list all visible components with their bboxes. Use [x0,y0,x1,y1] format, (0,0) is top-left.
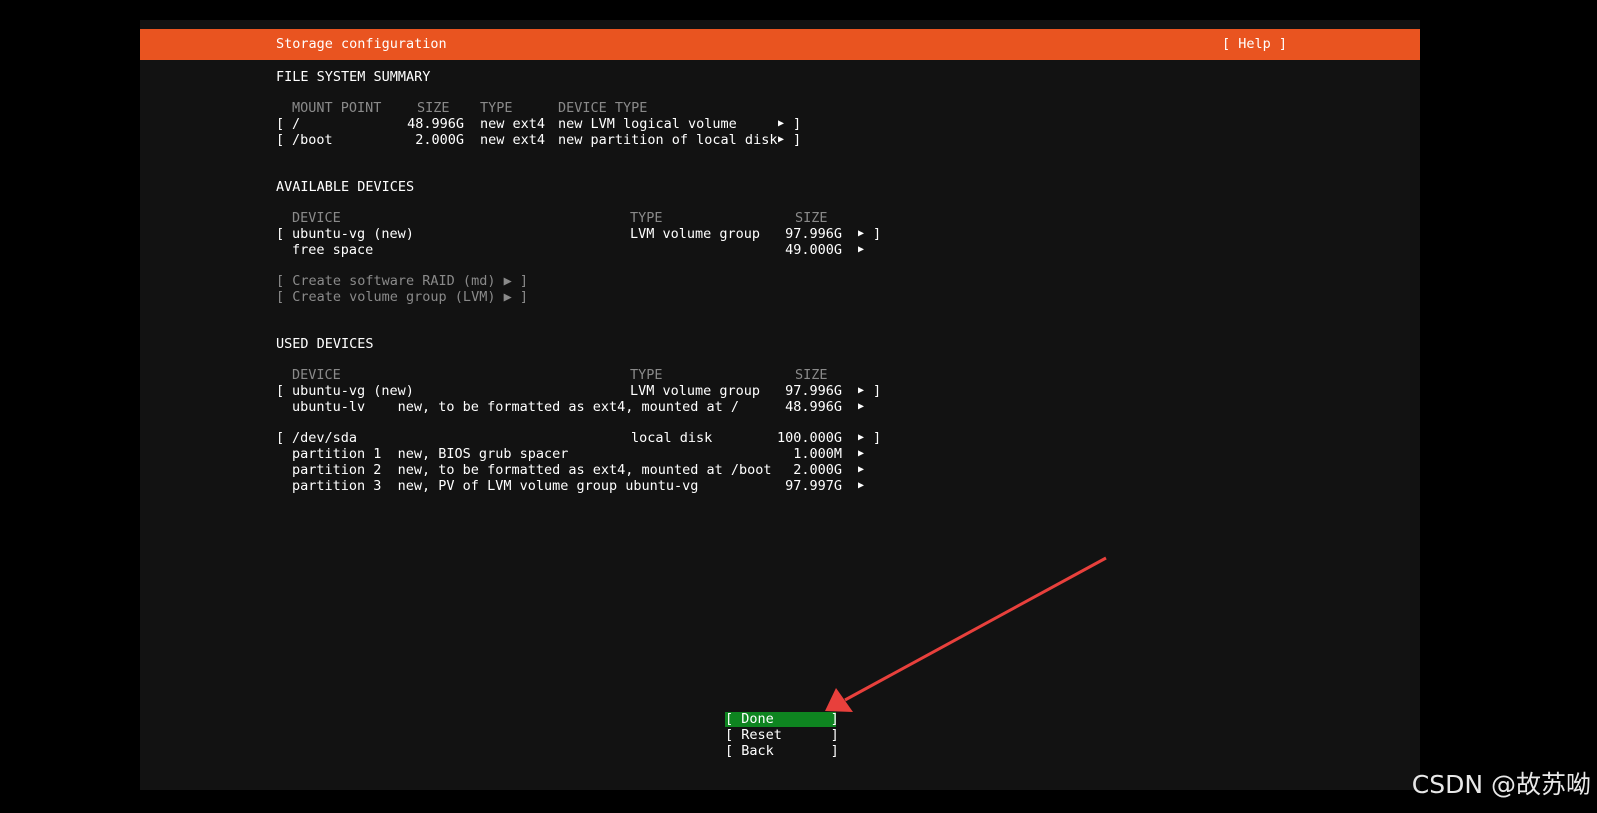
fs-row-root[interactable]: [ / 48.996G new ext4 new LVM logical vol… [276,116,836,132]
device-type: LVM volume group [630,226,761,242]
size: 2.000G [415,132,464,148]
bracket-open: [ [276,132,285,148]
bracket-open: [ [276,116,285,132]
device-name: /dev/sda [292,430,358,446]
col-device: DEVICE [292,210,341,226]
bracket-close: ] [793,116,802,132]
col-size: SIZE [795,210,828,226]
bracket-close: ] [873,383,882,399]
device-type: LVM volume group [630,383,761,399]
device-name: ubuntu-lv new, to be formatted as ext4, … [292,399,740,415]
row-arrow-icon: ▶ [858,448,865,459]
col-device-type: DEVICE TYPE [558,100,648,116]
size: 2.000G [793,462,842,478]
col-type: TYPE [630,367,663,383]
create-raid-button[interactable]: [ Create software RAID (md) ▶ ] [276,273,528,289]
help-button[interactable]: [ Help ] [1222,36,1287,52]
device-name: ubuntu-vg (new) [292,226,414,242]
size: 49.000G [785,242,842,258]
size: 100.000G [776,430,842,446]
fs-type: new ext4 [480,116,546,132]
row-arrow-icon: ▶ [858,432,865,443]
col-type: TYPE [480,100,513,116]
bracket-close: ] [873,226,882,242]
col-size: SIZE [795,367,828,383]
row-arrow-icon: ▶ [858,480,865,491]
bracket-close: ] [873,430,882,446]
col-device: DEVICE [292,367,341,383]
fs-type: new ext4 [480,132,546,148]
device-type: local disk [631,430,713,446]
col-type: TYPE [630,210,663,226]
row-arrow-icon: ▶ [858,401,865,412]
device-name: partition 2 new, to be formatted as ext4… [292,462,772,478]
used-row-partition-3[interactable]: partition 3 new, PV of LVM volume group … [276,478,896,494]
available-row-ubuntu-vg[interactable]: [ ubuntu-vg (new) LVM volume group 97.99… [276,226,896,242]
row-arrow-icon: ▶ [858,464,865,475]
used-row-partition-1[interactable]: partition 1 new, BIOS grub spacer 1.000M… [276,446,896,462]
page-title: Storage configuration [276,36,447,52]
used-row-ubuntu-vg[interactable]: [ ubuntu-vg (new) LVM volume group 97.99… [276,383,896,399]
size: 97.997G [785,478,842,494]
create-lvm-button[interactable]: [ Create volume group (LVM) ▶ ] [276,289,528,305]
size: 48.996G [407,116,464,132]
watermark: CSDN @故苏呦 [1411,770,1591,799]
reset-button[interactable]: [ Reset ] [725,728,839,743]
row-arrow-icon: ▶ [858,244,865,255]
col-size: SIZE [417,100,450,116]
device-name: partition 3 new, PV of LVM volume group … [292,478,699,494]
mount-point: /boot [292,132,333,148]
device-type: new partition of local disk [558,132,778,148]
col-mount-point: MOUNT POINT [292,100,382,116]
available-row-free-space[interactable]: free space 49.000G ▶ [276,242,896,258]
device-name: free space [292,242,374,258]
row-arrow-icon: ▶ [778,118,785,129]
used-row-partition-2[interactable]: partition 2 new, to be formatted as ext4… [276,462,896,478]
done-button[interactable]: [ Done ] [725,712,839,727]
size: 97.996G [785,226,842,242]
used-row-ubuntu-lv[interactable]: ubuntu-lv new, to be formatted as ext4, … [276,399,896,415]
used-header: DEVICE TYPE SIZE [276,367,896,383]
bracket-open: [ [276,226,285,242]
device-name: partition 1 new, BIOS grub spacer [292,446,569,462]
mount-point: / [292,116,301,132]
row-arrow-icon: ▶ [858,385,865,396]
available-devices-heading: AVAILABLE DEVICES [276,179,415,195]
bracket-open: [ [276,383,285,399]
fs-summary-heading: FILE SYSTEM SUMMARY [276,69,431,85]
device-type: new LVM logical volume [558,116,737,132]
fs-summary-header: MOUNT POINT SIZE TYPE DEVICE TYPE [276,100,836,116]
available-header: DEVICE TYPE SIZE [276,210,896,226]
bracket-open: [ [276,430,285,446]
used-devices-heading: USED DEVICES [276,336,374,352]
installer-screen: Storage configuration [ Help ] FILE SYST… [140,20,1420,790]
size: 1.000M [793,446,842,462]
title-bar: Storage configuration [ Help ] [140,29,1420,60]
used-row-dev-sda[interactable]: [ /dev/sda local disk 100.000G ▶ ] [276,430,896,446]
back-button[interactable]: [ Back ] [725,744,839,759]
row-arrow-icon: ▶ [778,134,785,145]
device-name: ubuntu-vg (new) [292,383,414,399]
bracket-close: ] [793,132,802,148]
row-arrow-icon: ▶ [858,228,865,239]
size: 48.996G [785,399,842,415]
fs-row-boot[interactable]: [ /boot 2.000G new ext4 new partition of… [276,132,836,148]
size: 97.996G [785,383,842,399]
